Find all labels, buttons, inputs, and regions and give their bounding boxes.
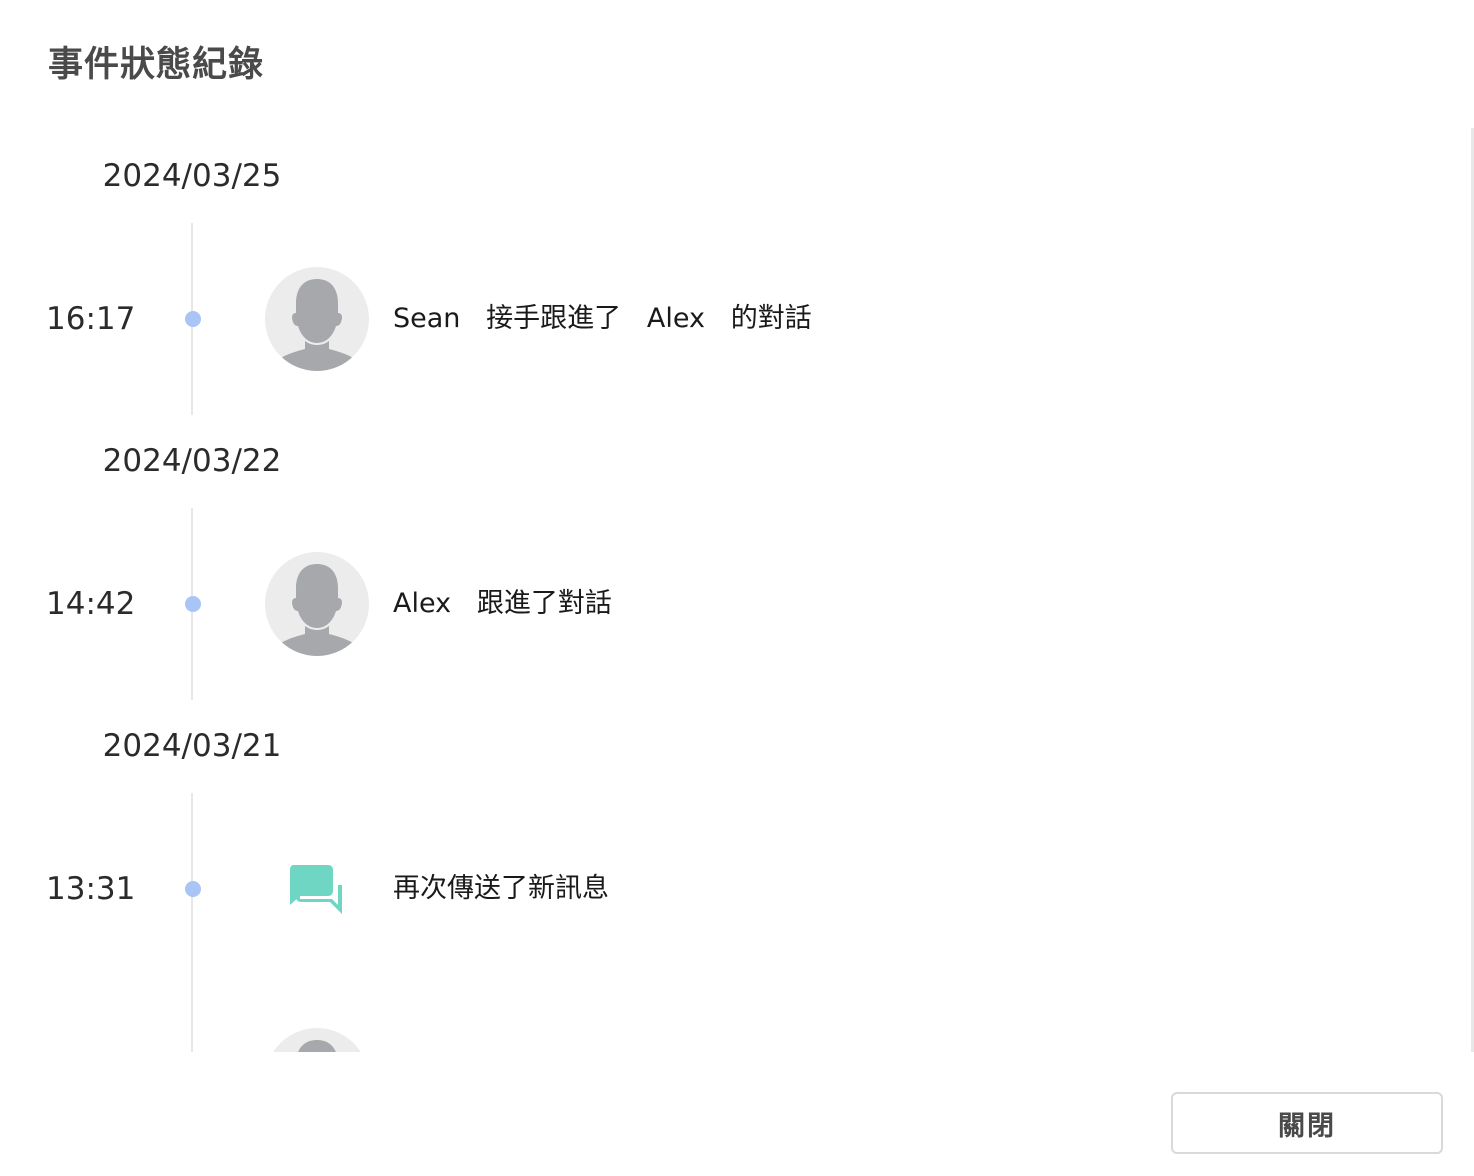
- event-status-log-dialog: 事件狀態紀錄 2024/03/25 16:17 Sean 接手跟進了 Alex …: [0, 0, 1474, 1176]
- timeline-scroll-area[interactable]: 2024/03/25 16:17 Sean 接手跟進了 Alex 的對話 202…: [0, 128, 1470, 1052]
- timeline-dot: [185, 881, 201, 897]
- timeline-dot: [185, 311, 201, 327]
- event-time: 16:17: [46, 301, 136, 337]
- user-avatar-icon: [265, 267, 369, 371]
- chat-bubbles-icon: [288, 863, 346, 917]
- event-time: 14:42: [46, 586, 136, 622]
- date-header: 2024/03/22: [102, 443, 282, 479]
- timeline-dot: [185, 596, 201, 612]
- close-button[interactable]: 關閉: [1171, 1092, 1443, 1154]
- timeline-line: [191, 793, 193, 1052]
- user-avatar-icon: [265, 1028, 369, 1052]
- event-text: 再次傳送了新訊息: [393, 873, 609, 904]
- date-header: 2024/03/21: [102, 728, 282, 764]
- event-text: Alex 跟進了對話: [393, 588, 612, 619]
- user-avatar-icon: [265, 552, 369, 656]
- dialog-title: 事件狀態紀錄: [48, 45, 265, 85]
- event-text: Sean 接手跟進了 Alex 的對話: [393, 303, 812, 334]
- date-header: 2024/03/25: [102, 158, 282, 194]
- event-time: 13:31: [46, 871, 136, 907]
